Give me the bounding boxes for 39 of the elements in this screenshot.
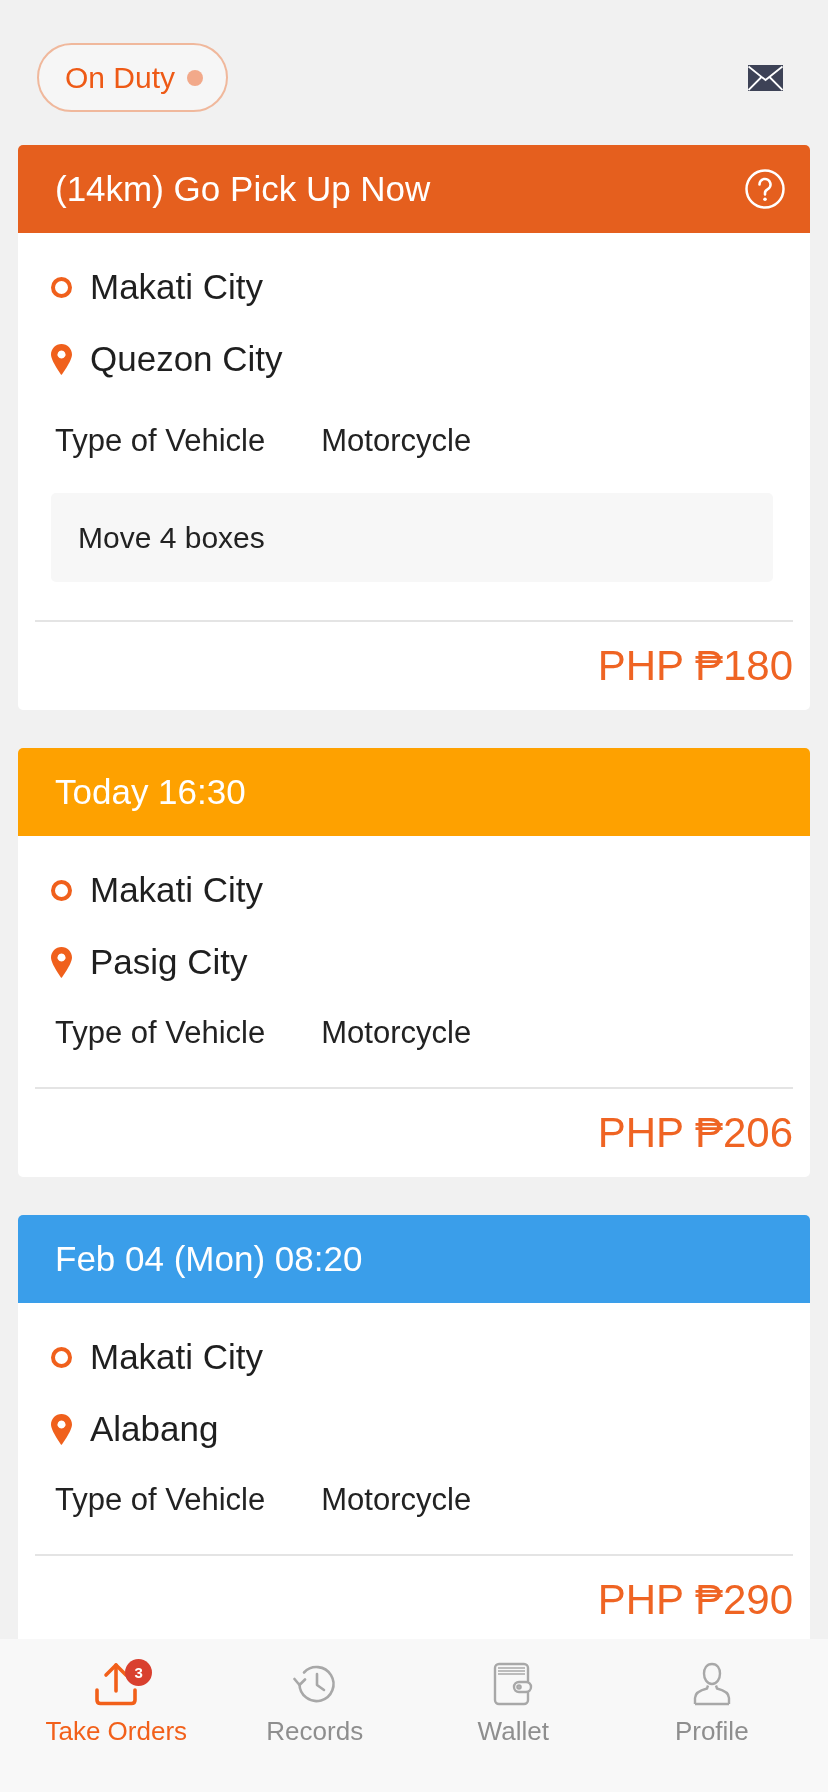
order-price: PHP ₱180: [597, 642, 793, 690]
order-title: Today 16:30: [55, 772, 246, 812]
vehicle-type-value: Motorcycle: [321, 1482, 472, 1518]
nav-tab[interactable]: Wallet: [414, 1660, 613, 1747]
pickup-location: Makati City: [90, 1337, 264, 1377]
ring-icon: [51, 879, 72, 901]
mail-icon[interactable]: [748, 64, 783, 91]
vehicle-type-value: Motorcycle: [321, 1015, 472, 1051]
order-price: PHP ₱290: [597, 1576, 793, 1624]
order-note: Move 4 boxes: [51, 493, 773, 582]
order-card[interactable]: Feb 04 (Mon) 08:20 Makati City Alabang Type of Vehicle Motorcycle PHP ₱290: [18, 1215, 810, 1639]
vehicle-type-value: Motorcycle: [321, 423, 472, 459]
ring-icon: [51, 276, 72, 298]
order-title: Feb 04 (Mon) 08:20: [55, 1239, 363, 1279]
person-icon: [692, 1662, 731, 1706]
order-title: (14km) Go Pick Up Now: [55, 169, 431, 209]
nav-tab[interactable]: 3 Take Orders: [17, 1660, 216, 1747]
dropoff-location: Pasig City: [90, 942, 248, 982]
nav-tab[interactable]: Profile: [612, 1660, 811, 1747]
vehicle-type-label: Type of Vehicle: [55, 423, 266, 459]
notification-badge: 3: [125, 1659, 153, 1686]
map-pin-icon: [51, 1413, 72, 1445]
help-icon[interactable]: [745, 169, 785, 209]
wallet-icon: [493, 1662, 534, 1706]
duty-status-toggle[interactable]: On Duty: [37, 43, 228, 112]
vehicle-type-label: Type of Vehicle: [55, 1015, 266, 1051]
ring-icon: [51, 1346, 72, 1368]
dropoff-location: Alabang: [90, 1409, 219, 1449]
vehicle-type-label: Type of Vehicle: [55, 1482, 266, 1518]
order-card[interactable]: Today 16:30 Makati City Pasig City Type of Vehicle Motorcycle PHP ₱206: [18, 748, 810, 1177]
pickup-location: Makati City: [90, 870, 264, 910]
nav-tab[interactable]: Records: [215, 1660, 414, 1747]
map-pin-icon: [51, 343, 72, 375]
pickup-location: Makati City: [90, 267, 264, 307]
map-pin-icon: [51, 946, 72, 978]
dropoff-location: Quezon City: [90, 339, 283, 379]
order-price: PHP ₱206: [597, 1109, 793, 1157]
history-icon: [292, 1663, 337, 1705]
order-card[interactable]: (14km) Go Pick Up Now Makati City Quezon City Type of Vehicle Motorcycle Move 4 boxes PHP ₱180: [18, 145, 810, 710]
